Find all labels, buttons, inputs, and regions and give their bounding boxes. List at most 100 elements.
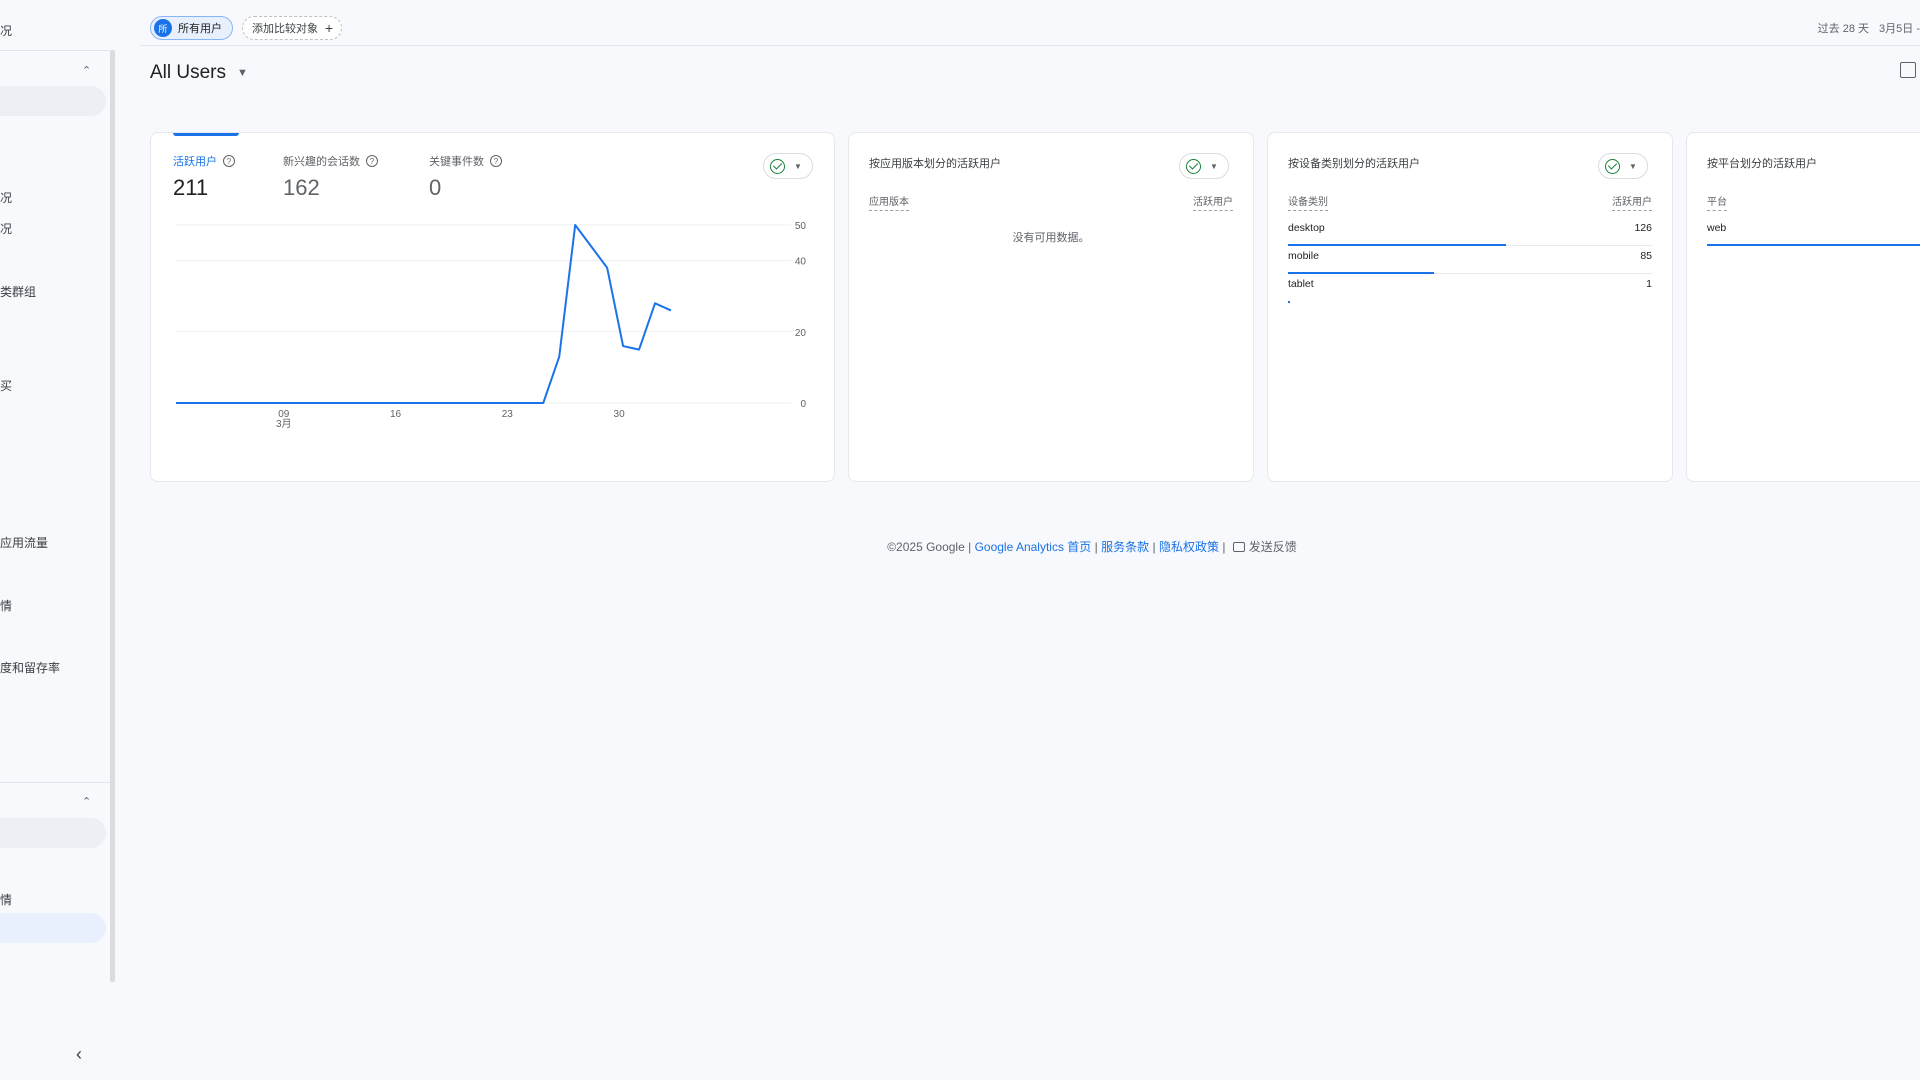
data-point[interactable] [572, 222, 578, 228]
x-tick-label: 23 [502, 409, 514, 420]
check-circle-icon [1186, 158, 1201, 174]
data-point[interactable] [205, 400, 211, 406]
audience-selector[interactable]: All Users ▼ [150, 62, 248, 84]
x-tick-label: 30 [614, 409, 626, 420]
column-header[interactable]: 活跃用户 [1193, 193, 1233, 211]
row-label: mobile [1288, 250, 1319, 262]
table-row[interactable]: mobile 85 [1288, 246, 1652, 274]
table-row[interactable]: tablet 1 [1288, 274, 1652, 303]
data-point[interactable] [460, 400, 466, 406]
table-row[interactable]: desktop 126 [1288, 218, 1652, 246]
analytics-home-link[interactable]: Google Analytics 首页 [975, 540, 1092, 554]
data-point[interactable] [428, 400, 434, 406]
data-point[interactable] [476, 400, 482, 406]
chevron-down-icon: ▼ [1210, 161, 1218, 171]
footer-separator: | [1222, 540, 1226, 554]
data-point[interactable] [540, 400, 546, 406]
data-point[interactable] [413, 400, 419, 406]
data-point[interactable] [444, 400, 450, 406]
card-status-menu[interactable]: ▼ [1179, 153, 1229, 179]
column-header[interactable]: 活跃用户 [1612, 193, 1652, 211]
data-point[interactable] [253, 400, 259, 406]
data-point[interactable] [221, 400, 227, 406]
data-point[interactable] [333, 400, 339, 406]
x-tick-label: 16 [390, 409, 402, 420]
add-comparison-button[interactable]: 添加比较对象 + [242, 16, 343, 40]
feedback-link[interactable]: 发送反馈 [1249, 540, 1297, 554]
data-point[interactable] [365, 400, 371, 406]
row-label: web [1707, 222, 1727, 234]
card-title[interactable]: 按平台划分的活跃用户 [1707, 155, 1817, 171]
column-header[interactable]: 平台 [1707, 193, 1727, 211]
data-point[interactable] [652, 300, 658, 306]
card-title[interactable]: 按设备类别划分的活跃用户 [1288, 155, 1420, 171]
data-point[interactable] [620, 343, 626, 349]
data-point[interactable] [173, 400, 179, 406]
device-category-card: 按设备类别划分的活跃用户 ▼ 设备类别 活跃用户 desktop 126 mob… [1267, 132, 1673, 482]
row-label: desktop [1288, 222, 1325, 234]
row-value: 85 [1640, 250, 1652, 262]
sidebar-item[interactable]: 买 [0, 377, 12, 394]
data-point[interactable] [189, 400, 195, 406]
data-point[interactable] [604, 265, 610, 271]
check-circle-icon [1605, 158, 1620, 174]
date-start: 3月5日 - [1879, 23, 1920, 35]
column-header[interactable]: 应用版本 [869, 193, 909, 211]
sidebar-item[interactable]: 况 [0, 189, 12, 206]
data-point[interactable] [508, 400, 514, 406]
add-comparison-label: 添加比较对象 [252, 23, 318, 35]
data-point[interactable] [301, 400, 307, 406]
comparison-bar: 所 所有用户 添加比较对象 + 过去 28 天 3月5日 - [140, 0, 1920, 46]
page-title: All Users [150, 62, 227, 83]
dropdown-arrow-icon: ▼ [237, 67, 248, 79]
feedback-icon [1232, 542, 1245, 552]
data-point[interactable] [397, 400, 403, 406]
sidebar-divider [0, 782, 110, 783]
series-line[interactable] [176, 224, 672, 404]
chevron-up-icon[interactable]: ⌃ [82, 795, 91, 808]
privacy-link[interactable]: 隐私权政策 [1159, 540, 1219, 554]
data-point[interactable] [588, 243, 594, 249]
row-value: 1 [1646, 278, 1652, 290]
sidebar-item[interactable]: 类群组 [0, 283, 36, 300]
sidebar-item-active[interactable] [0, 86, 106, 116]
sidebar-item-selected[interactable] [0, 913, 106, 943]
sidebar-item[interactable]: 情 [0, 891, 12, 908]
sidebar-item[interactable]: 情 [0, 597, 12, 614]
data-point[interactable] [381, 400, 387, 406]
data-point[interactable] [556, 354, 562, 360]
data-point[interactable] [237, 400, 243, 406]
data-point[interactable] [317, 400, 323, 406]
copyright: ©2025 Google | [887, 540, 972, 554]
sidebar-divider [0, 50, 110, 51]
sidebar-scrollbar[interactable] [110, 50, 115, 982]
all-users-chip[interactable]: 所 所有用户 [150, 16, 233, 40]
date-range-picker[interactable]: 过去 28 天 3月5日 - [1818, 20, 1920, 36]
data-point[interactable] [492, 400, 498, 406]
empty-state: 没有可用数据。 [1012, 232, 1090, 244]
table-row[interactable]: web [1707, 218, 1920, 246]
active-users-card: 活跃用户? 211 新兴趣的会话数? 162 关键事件数? 0 ▼ 0 20 40 5… [150, 132, 835, 482]
terms-link[interactable]: 服务条款 [1101, 540, 1149, 554]
data-point[interactable] [285, 400, 291, 406]
data-point[interactable] [524, 400, 530, 406]
sidebar-item[interactable]: 况 [0, 22, 12, 39]
data-point[interactable] [636, 347, 642, 353]
sidebar-item[interactable]: 况 [0, 220, 12, 237]
column-header[interactable]: 设备类别 [1288, 193, 1328, 211]
edit-icon[interactable] [1900, 62, 1916, 78]
data-point[interactable] [269, 400, 275, 406]
data-point[interactable] [349, 400, 355, 406]
chip-label: 所有用户 [178, 23, 222, 35]
sidebar-item[interactable]: 度和留存率 [0, 659, 60, 676]
y-tick-label: 0 [800, 399, 806, 410]
card-status-menu[interactable]: ▼ [1598, 153, 1648, 179]
active-users-line-chart: 0204050093月16 23 30 [173, 221, 806, 430]
chevron-left-icon[interactable]: ‹ [76, 1044, 82, 1065]
card-title[interactable]: 按应用版本划分的活跃用户 [869, 155, 1001, 171]
footer-separator: | [1094, 540, 1098, 554]
footer: ©2025 Google | Google Analytics 首页 | 服务条… [0, 538, 1920, 555]
sidebar-item-highlight[interactable] [0, 818, 106, 848]
chevron-up-icon[interactable]: ⌃ [82, 64, 91, 77]
data-point[interactable] [668, 307, 674, 313]
